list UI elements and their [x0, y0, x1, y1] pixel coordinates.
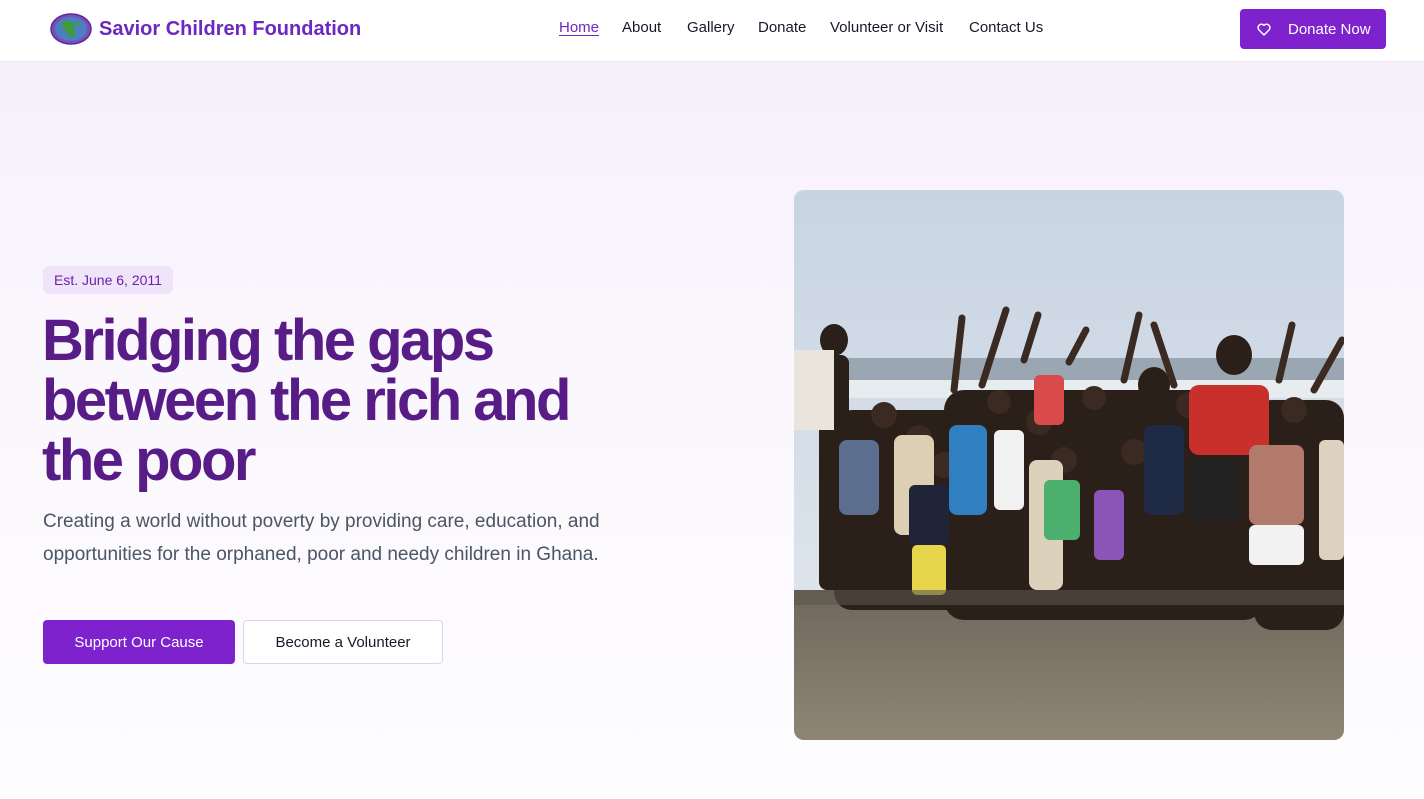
established-badge: Est. June 6, 2011 — [43, 266, 173, 294]
hero-subtitle: Creating a world without poverty by prov… — [43, 511, 600, 565]
main-nav: Home About Gallery Donate Volunteer or V… — [0, 19, 1424, 41]
become-a-volunteer-button[interactable]: Become a Volunteer — [243, 620, 443, 664]
nav-item-donate[interactable]: Donate — [758, 19, 806, 36]
nav-item-home[interactable]: Home — [559, 19, 599, 36]
heart-icon — [1257, 23, 1271, 36]
hero-photo — [794, 190, 1344, 740]
nav-item-volunteer-or-visit[interactable]: Volunteer or Visit — [830, 19, 943, 36]
donate-now-label: Donate Now — [1288, 20, 1371, 38]
donate-now-button[interactable]: Donate Now — [1240, 9, 1386, 49]
support-our-cause-button[interactable]: Support Our Cause — [43, 620, 235, 664]
nav-item-gallery[interactable]: Gallery — [687, 19, 735, 36]
hero-title-line: between the rich and — [42, 368, 571, 433]
nav-item-about[interactable]: About — [622, 19, 661, 36]
hero-title-line: the poor — [42, 428, 256, 493]
site-header: Savior Children Foundation Home About Ga… — [0, 0, 1424, 62]
children-on-beach-photo — [794, 190, 1344, 740]
hero-title: Bridging the gaps between the rich and t… — [42, 311, 682, 491]
hero-title-line: Bridging the gaps — [42, 308, 495, 373]
nav-item-contact-us[interactable]: Contact Us — [969, 19, 1043, 36]
